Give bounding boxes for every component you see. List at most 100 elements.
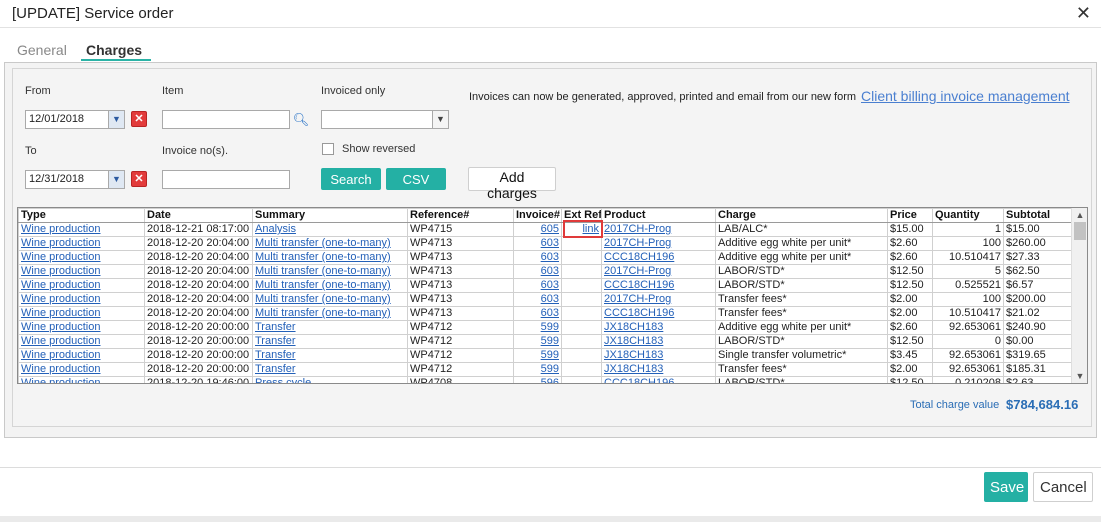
table-row[interactable]: Wine production 2018-12-20 20:00:00 Transf…: [18, 334, 1073, 349]
table-cell-link[interactable]: 603: [541, 280, 559, 292]
table-cell-link[interactable]: link: [582, 224, 599, 236]
table-header-row: Type Date Summary Reference# Invoice# Ext Ref…: [18, 208, 1073, 223]
column-header[interactable]: Date: [144, 208, 253, 223]
invoiced-only-select[interactable]: [321, 110, 449, 129]
table-row[interactable]: Wine production 2018-12-20 19:46:00 Press …: [18, 376, 1073, 384]
table-cell-link[interactable]: Multi transfer (one-to-many): [255, 294, 391, 306]
footer-divider: [0, 467, 1101, 468]
client-billing-link[interactable]: Client billing invoice management: [861, 88, 1070, 104]
tab-charges[interactable]: Charges: [86, 42, 142, 58]
to-date-clear-icon[interactable]: ✕: [131, 171, 147, 187]
table-row[interactable]: Wine production 2018-12-20 20:04:00 Multi …: [18, 236, 1073, 251]
table-cell: Wine production: [18, 320, 145, 335]
csv-button[interactable]: CSV: [386, 168, 446, 190]
table-cell-link[interactable]: CCC18CH196: [604, 308, 674, 320]
column-header[interactable]: Reference#: [407, 208, 514, 223]
table-cell-link[interactable]: Transfer: [255, 336, 296, 348]
table-cell-link[interactable]: Analysis: [255, 224, 296, 236]
table-cell-link[interactable]: Wine production: [21, 308, 101, 320]
table-cell-link[interactable]: Wine production: [21, 224, 101, 236]
column-header[interactable]: Ext Ref: [561, 208, 602, 223]
table-cell-link[interactable]: Wine production: [21, 336, 101, 348]
column-header[interactable]: Charge: [715, 208, 888, 223]
table-cell-link[interactable]: 599: [541, 336, 559, 348]
table-row[interactable]: Wine production 2018-12-20 20:04:00 Multi …: [18, 250, 1073, 265]
table-cell-link[interactable]: JX18CH183: [604, 364, 663, 376]
table-cell-link[interactable]: Multi transfer (one-to-many): [255, 238, 391, 250]
scroll-up-icon[interactable]: ▲: [1072, 208, 1087, 222]
table-cell-link[interactable]: CCC18CH196: [604, 252, 674, 264]
table-cell-link[interactable]: Transfer: [255, 364, 296, 376]
scrollbar-thumb[interactable]: [1074, 222, 1086, 240]
table-cell-link[interactable]: 2017CH-Prog: [604, 238, 671, 250]
table-scrollbar[interactable]: ▲ ▼: [1071, 208, 1087, 383]
table-cell-link[interactable]: Multi transfer (one-to-many): [255, 252, 391, 264]
item-search-icon[interactable]: 🔍︎: [292, 111, 310, 129]
table-cell-link[interactable]: Wine production: [21, 280, 101, 292]
from-date-dropdown-icon[interactable]: ▼: [108, 111, 124, 128]
table-row[interactable]: Wine production 2018-12-20 20:04:00 Multi …: [18, 292, 1073, 307]
table-cell-link[interactable]: Transfer: [255, 322, 296, 334]
table-cell-link[interactable]: 603: [541, 294, 559, 306]
column-header[interactable]: Subtotal: [1003, 208, 1073, 223]
table-cell-link[interactable]: 599: [541, 364, 559, 376]
bottom-strip: [0, 516, 1101, 522]
table-row[interactable]: Wine production 2018-12-20 20:04:00 Multi …: [18, 278, 1073, 293]
invoice-no-input[interactable]: [162, 170, 290, 189]
table-cell-link[interactable]: JX18CH183: [604, 350, 663, 362]
column-header[interactable]: Summary: [252, 208, 408, 223]
table-cell-link[interactable]: Wine production: [21, 378, 101, 384]
table-cell-link[interactable]: Wine production: [21, 238, 101, 250]
from-date-clear-icon[interactable]: ✕: [131, 111, 147, 127]
tab-general[interactable]: General: [17, 42, 67, 58]
table-cell-link[interactable]: Multi transfer (one-to-many): [255, 308, 391, 320]
close-icon[interactable]: ✕: [1076, 4, 1091, 22]
table-row[interactable]: Wine production 2018-12-20 20:00:00 Transf…: [18, 362, 1073, 377]
table-cell-link[interactable]: 2017CH-Prog: [604, 294, 671, 306]
table-cell-link[interactable]: CCC18CH196: [604, 378, 674, 384]
table-cell-link[interactable]: Transfer: [255, 350, 296, 362]
table-cell-link[interactable]: JX18CH183: [604, 322, 663, 334]
table-cell: $15.00: [887, 222, 933, 237]
table-cell-link[interactable]: 2017CH-Prog: [604, 224, 671, 236]
table-cell-link[interactable]: 603: [541, 308, 559, 320]
to-date-dropdown-icon[interactable]: ▼: [108, 171, 124, 188]
table-cell-link[interactable]: 599: [541, 322, 559, 334]
column-header[interactable]: Invoice#: [513, 208, 562, 223]
table-row[interactable]: Wine production 2018-12-21 08:17:00 Analys…: [18, 222, 1073, 237]
table-cell-link[interactable]: 603: [541, 252, 559, 264]
table-cell-link[interactable]: 599: [541, 350, 559, 362]
table-cell-link[interactable]: Wine production: [21, 322, 101, 334]
table-cell-link[interactable]: Multi transfer (one-to-many): [255, 266, 391, 278]
table-cell-link[interactable]: Press cycle: [255, 378, 311, 384]
table-cell-link[interactable]: Wine production: [21, 266, 101, 278]
add-charges-button[interactable]: Add charges: [468, 167, 556, 201]
column-header[interactable]: Price: [887, 208, 933, 223]
table-row[interactable]: Wine production 2018-12-20 20:00:00 Transf…: [18, 348, 1073, 363]
column-header[interactable]: Type: [18, 208, 145, 223]
table-row[interactable]: Wine production 2018-12-20 20:00:00 Transf…: [18, 320, 1073, 335]
table-cell-link[interactable]: 2017CH-Prog: [604, 266, 671, 278]
invoiced-only-chevron-down-icon[interactable]: ▼: [432, 111, 448, 128]
column-header[interactable]: Quantity: [932, 208, 1004, 223]
table-cell-link[interactable]: Multi transfer (one-to-many): [255, 280, 391, 292]
table-cell-link[interactable]: CCC18CH196: [604, 280, 674, 292]
table-cell-link[interactable]: Wine production: [21, 350, 101, 362]
table-cell-link[interactable]: 596: [541, 378, 559, 384]
item-input[interactable]: [162, 110, 290, 129]
scroll-down-icon[interactable]: ▼: [1072, 369, 1087, 383]
show-reversed-checkbox[interactable]: [322, 143, 334, 155]
table-cell-link[interactable]: Wine production: [21, 364, 101, 376]
table-row[interactable]: Wine production 2018-12-20 20:04:00 Multi …: [18, 264, 1073, 279]
table-cell-link[interactable]: Wine production: [21, 252, 101, 264]
table-cell-link[interactable]: Wine production: [21, 294, 101, 306]
table-cell-link[interactable]: 603: [541, 238, 559, 250]
column-header[interactable]: Product: [601, 208, 716, 223]
save-button[interactable]: Save: [984, 472, 1028, 502]
cancel-button[interactable]: Cancel: [1033, 472, 1093, 502]
table-row[interactable]: Wine production 2018-12-20 20:04:00 Multi …: [18, 306, 1073, 321]
table-cell-link[interactable]: 605: [541, 224, 559, 236]
table-cell-link[interactable]: JX18CH183: [604, 336, 663, 348]
table-cell-link[interactable]: 603: [541, 266, 559, 278]
search-button[interactable]: Search: [321, 168, 381, 190]
